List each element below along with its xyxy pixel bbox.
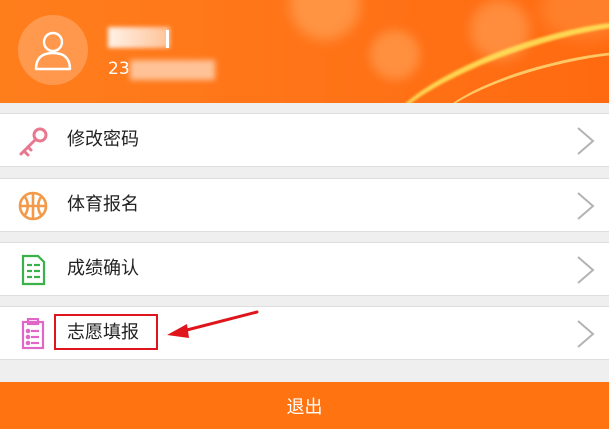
menu-item-sports-registration[interactable]: 体育报名 bbox=[0, 178, 609, 232]
score-sheet-icon bbox=[21, 254, 46, 286]
header-glow bbox=[370, 30, 420, 80]
student-id-redacted bbox=[130, 60, 215, 80]
student-id: 23 bbox=[108, 59, 130, 79]
user-name-cursor bbox=[166, 30, 169, 48]
chevron-right-icon bbox=[577, 192, 595, 220]
avatar[interactable] bbox=[18, 15, 88, 85]
menu-item-label: 体育报名 bbox=[67, 194, 139, 215]
key-icon bbox=[19, 127, 48, 157]
header-glow bbox=[290, 0, 360, 40]
clipboard-list-icon bbox=[21, 318, 45, 350]
chevron-right-icon bbox=[577, 256, 595, 284]
chevron-right-icon bbox=[577, 127, 595, 155]
chevron-right-icon bbox=[577, 320, 595, 348]
profile-header: 23 bbox=[0, 0, 609, 103]
annotation-arrow-icon bbox=[167, 310, 259, 338]
menu-item-score-confirmation[interactable]: 成绩确认 bbox=[0, 242, 609, 296]
annotation-highlight-box bbox=[54, 314, 158, 350]
menu-item-change-password[interactable]: 修改密码 bbox=[0, 113, 609, 167]
menu-item-label: 成绩确认 bbox=[67, 258, 139, 279]
user-icon bbox=[34, 31, 72, 71]
logout-button[interactable]: 退出 bbox=[0, 382, 609, 429]
user-name-redacted bbox=[108, 27, 170, 48]
menu-item-label: 修改密码 bbox=[67, 129, 139, 150]
basketball-icon bbox=[18, 191, 48, 221]
